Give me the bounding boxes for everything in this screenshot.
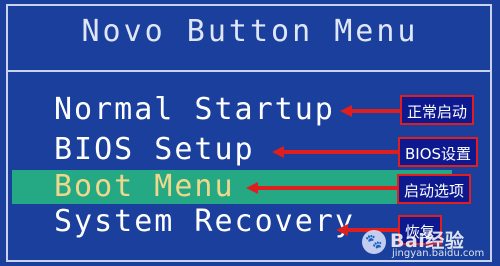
menu-title: Novo Button Menu bbox=[81, 14, 419, 49]
menu-item-bios-setup[interactable]: BIOS Setup bbox=[54, 132, 255, 168]
arrow-2 bbox=[272, 146, 398, 158]
paw-icon: 🐾 bbox=[362, 230, 386, 254]
arrow-3 bbox=[246, 182, 397, 194]
arrow-1 bbox=[340, 105, 400, 117]
menu-item-normal-startup[interactable]: Normal Startup bbox=[54, 92, 335, 128]
annotation-normal-startup: 正常启动 bbox=[400, 95, 475, 125]
menu-item-boot-menu[interactable]: Boot Menu bbox=[54, 169, 235, 205]
watermark-url: jingyan.baidu.com bbox=[392, 248, 485, 259]
annotation-bios-setup: BIOS设置 bbox=[398, 137, 479, 167]
title-divider bbox=[6, 70, 492, 72]
menu-item-system-recovery[interactable]: System Recovery bbox=[54, 204, 355, 240]
baidu-watermark: 🐾 Bai经验 jingyan.baidu.com bbox=[362, 228, 494, 262]
annotation-boot-menu: 启动选项 bbox=[397, 174, 472, 204]
